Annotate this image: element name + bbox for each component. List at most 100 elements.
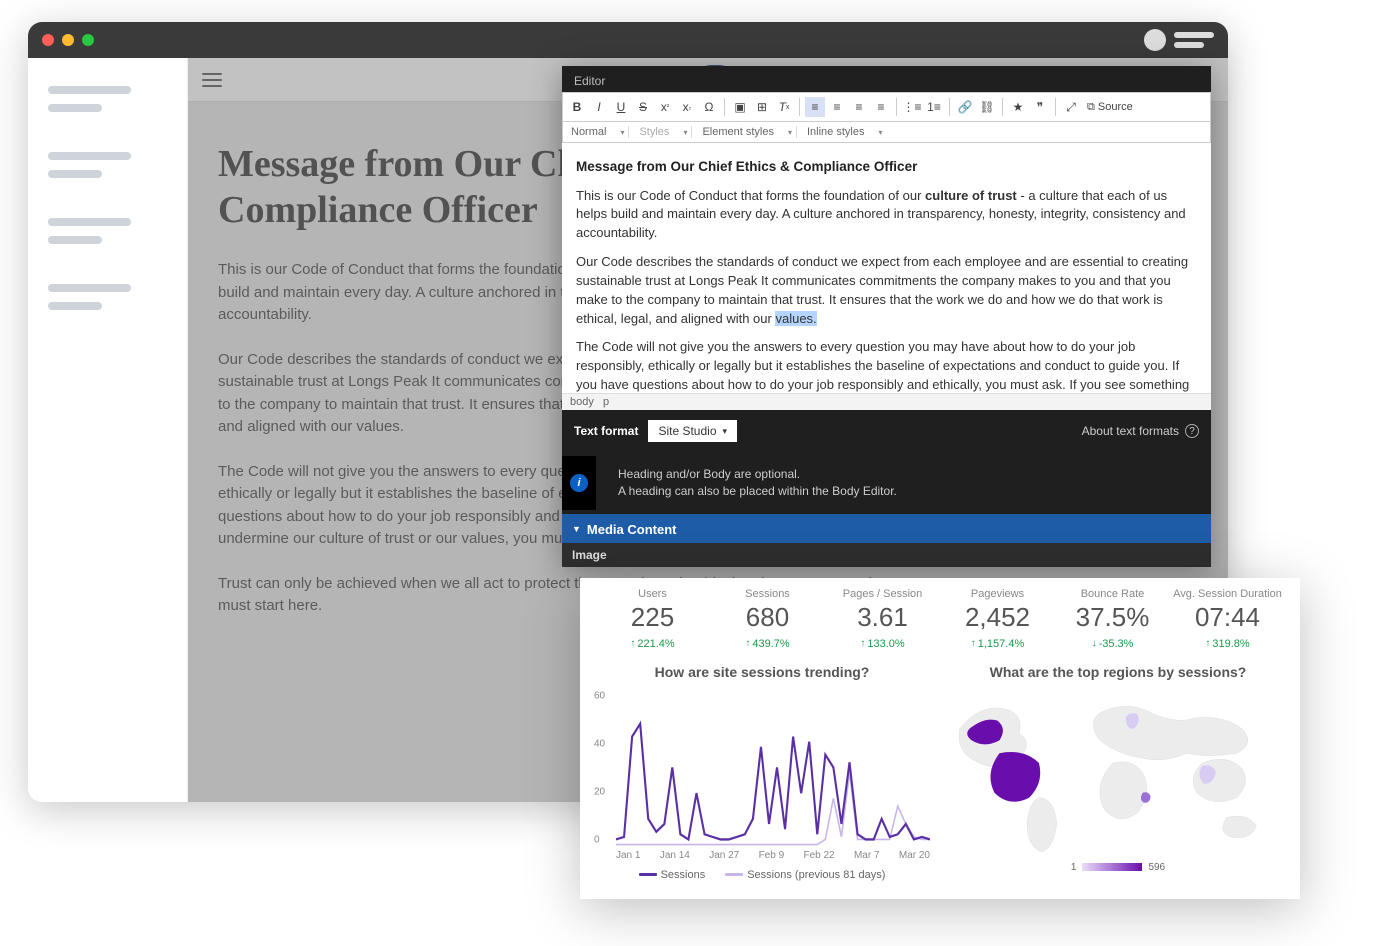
maximize-window-icon[interactable] [82,34,94,46]
editor-panel: Editor B I U S x² x₂ Ω ▣ ⊞ Tx ≡ ≡ ≡ ≡ ⋮≡… [562,66,1211,567]
sidebar-placeholder-line [48,236,102,244]
path-body[interactable]: body [570,396,594,408]
align-left-button[interactable]: ≡ [805,97,825,117]
element-styles-select[interactable]: Element styles▾ [702,126,797,138]
element-styles-label: Element styles [702,126,774,138]
link-button[interactable]: 🔗 [955,97,975,117]
hamburger-icon[interactable] [202,73,222,87]
metric-value: 225 [598,602,707,633]
arrow-up-icon: ↑ [745,638,750,649]
image-field-label: Image [572,548,607,562]
info-text-line: A heading can also be placed within the … [618,483,897,500]
unlink-button[interactable]: ⛓ [977,97,997,117]
metric-delta: ↑ 221.4% [630,638,674,650]
close-window-icon[interactable] [42,34,54,46]
styles-label: Styles [639,126,669,138]
metric-label: Pages / Session [828,588,937,600]
strike-button[interactable]: S [633,97,653,117]
metric-label: Avg. Session Duration [1173,588,1282,600]
regions-map-chart: What are the top regions by sessions? [950,656,1286,881]
image-button[interactable]: ▣ [730,97,750,117]
editor-element-path: body p [562,393,1211,410]
metric-sessions: Sessions680↑ 439.7% [713,588,822,650]
underline-button[interactable]: U [611,97,631,117]
about-text-formats-link[interactable]: About text formats ? [1082,424,1199,438]
sidebar-placeholder-line [48,284,131,292]
x-axis-label: Feb 22 [803,850,834,861]
x-axis-label: Jan 27 [709,850,739,861]
legend-sessions: Sessions [661,869,706,881]
arrow-up-icon: ↑ [630,638,635,649]
paragraph-format-label: Normal [571,126,606,138]
metric-label: Sessions [713,588,822,600]
info-message: i Heading and/or Body are optional. A he… [562,456,1211,510]
minimize-window-icon[interactable] [62,34,74,46]
arrow-up-icon: ↑ [860,638,865,649]
sidebar-placeholder-line [48,86,131,94]
paragraph-format-select[interactable]: Normal▾ [571,126,629,138]
special-char-button[interactable]: Ω [699,97,719,117]
x-axis-label: Mar 20 [899,850,930,861]
editor-paragraph: Our Code describes the standards of cond… [576,253,1197,328]
superscript-button[interactable]: x² [655,97,675,117]
editor-content[interactable]: Message from Our Chief Ethics & Complian… [562,143,1211,393]
editor-heading: Message from Our Chief Ethics & Complian… [576,157,1197,177]
info-icon: i [570,474,588,492]
media-content-header[interactable]: Media Content [562,514,1211,543]
metric-pages-session: Pages / Session3.61↑ 133.0% [828,588,937,650]
align-justify-button[interactable]: ≡ [871,97,891,117]
source-button[interactable]: ⧉ Source [1083,97,1137,117]
chart-legend: Sessions Sessions (previous 81 days) [594,869,930,881]
styles-select[interactable]: Styles▾ [639,126,692,138]
highlighted-text: values. [775,311,816,326]
placeholder-bar [1174,42,1204,48]
x-axis-labels: Jan 1 Jan 14 Jan 27 Feb 9 Feb 22 Mar 7 M… [594,850,930,861]
bold-button[interactable]: B [567,97,587,117]
text-format-row: Text format Site Studio ▾ About text for… [562,410,1211,452]
metrics-row: Users225↑ 221.4%Sessions680↑ 439.7%Pages… [594,588,1286,656]
text-format-select[interactable]: Site Studio ▾ [648,420,737,442]
metric-delta: ↑ 439.7% [745,638,789,650]
text-format-value: Site Studio [658,424,716,438]
metric-delta: ↑ 319.8% [1205,638,1249,650]
arrow-up-icon: ↑ [971,638,976,649]
region-kenya [1141,792,1151,803]
remove-format-button[interactable]: Tx [774,97,794,117]
x-axis-label: Jan 1 [616,850,640,861]
inline-styles-label: Inline styles [807,126,864,138]
metric-pageviews: Pageviews2,452↑ 1,157.4% [943,588,1052,650]
star-button[interactable]: ★ [1008,97,1028,117]
analytics-card: Users225↑ 221.4%Sessions680↑ 439.7%Pages… [580,578,1300,899]
maximize-button[interactable]: ⤢ [1061,97,1081,117]
map-color-scale: 1 596 [950,862,1286,873]
subscript-button[interactable]: x₂ [677,97,697,117]
sessions-trend-chart: How are site sessions trending? 60 40 20… [594,656,930,881]
blockquote-button[interactable]: ❞ [1030,97,1050,117]
region-united-states [991,752,1041,802]
metric-delta: ↑ 133.0% [860,638,904,650]
source-icon: ⧉ [1087,101,1095,114]
number-list-button[interactable]: 1≡ [924,97,944,117]
avatar-placeholder-icon [1144,29,1166,51]
metric-label: Users [598,588,707,600]
metric-value: 07:44 [1173,602,1282,633]
scale-gradient [1082,863,1142,871]
italic-button[interactable]: I [589,97,609,117]
line-chart: 60 40 20 0 [594,688,930,848]
align-center-button[interactable]: ≡ [827,97,847,117]
y-axis-label: 60 [594,690,605,701]
bullet-list-button[interactable]: ⋮≡ [902,97,922,117]
inline-styles-select[interactable]: Inline styles▾ [807,126,887,138]
scale-max: 596 [1148,862,1165,873]
sidebar-placeholder-line [48,104,102,112]
left-sidebar [28,58,188,802]
table-button[interactable]: ⊞ [752,97,772,117]
image-field-header[interactable]: Image [562,543,1211,567]
metric-avg-session-duration: Avg. Session Duration 07:44 ↑ 319.8% [1173,588,1282,650]
align-right-button[interactable]: ≡ [849,97,869,117]
media-content-label: Media Content [587,522,677,537]
sidebar-placeholder-line [48,302,102,310]
metric-delta: ↓ -35.3% [1092,638,1134,650]
titlebar-menu-placeholder [1144,29,1214,51]
path-p[interactable]: p [603,396,609,408]
